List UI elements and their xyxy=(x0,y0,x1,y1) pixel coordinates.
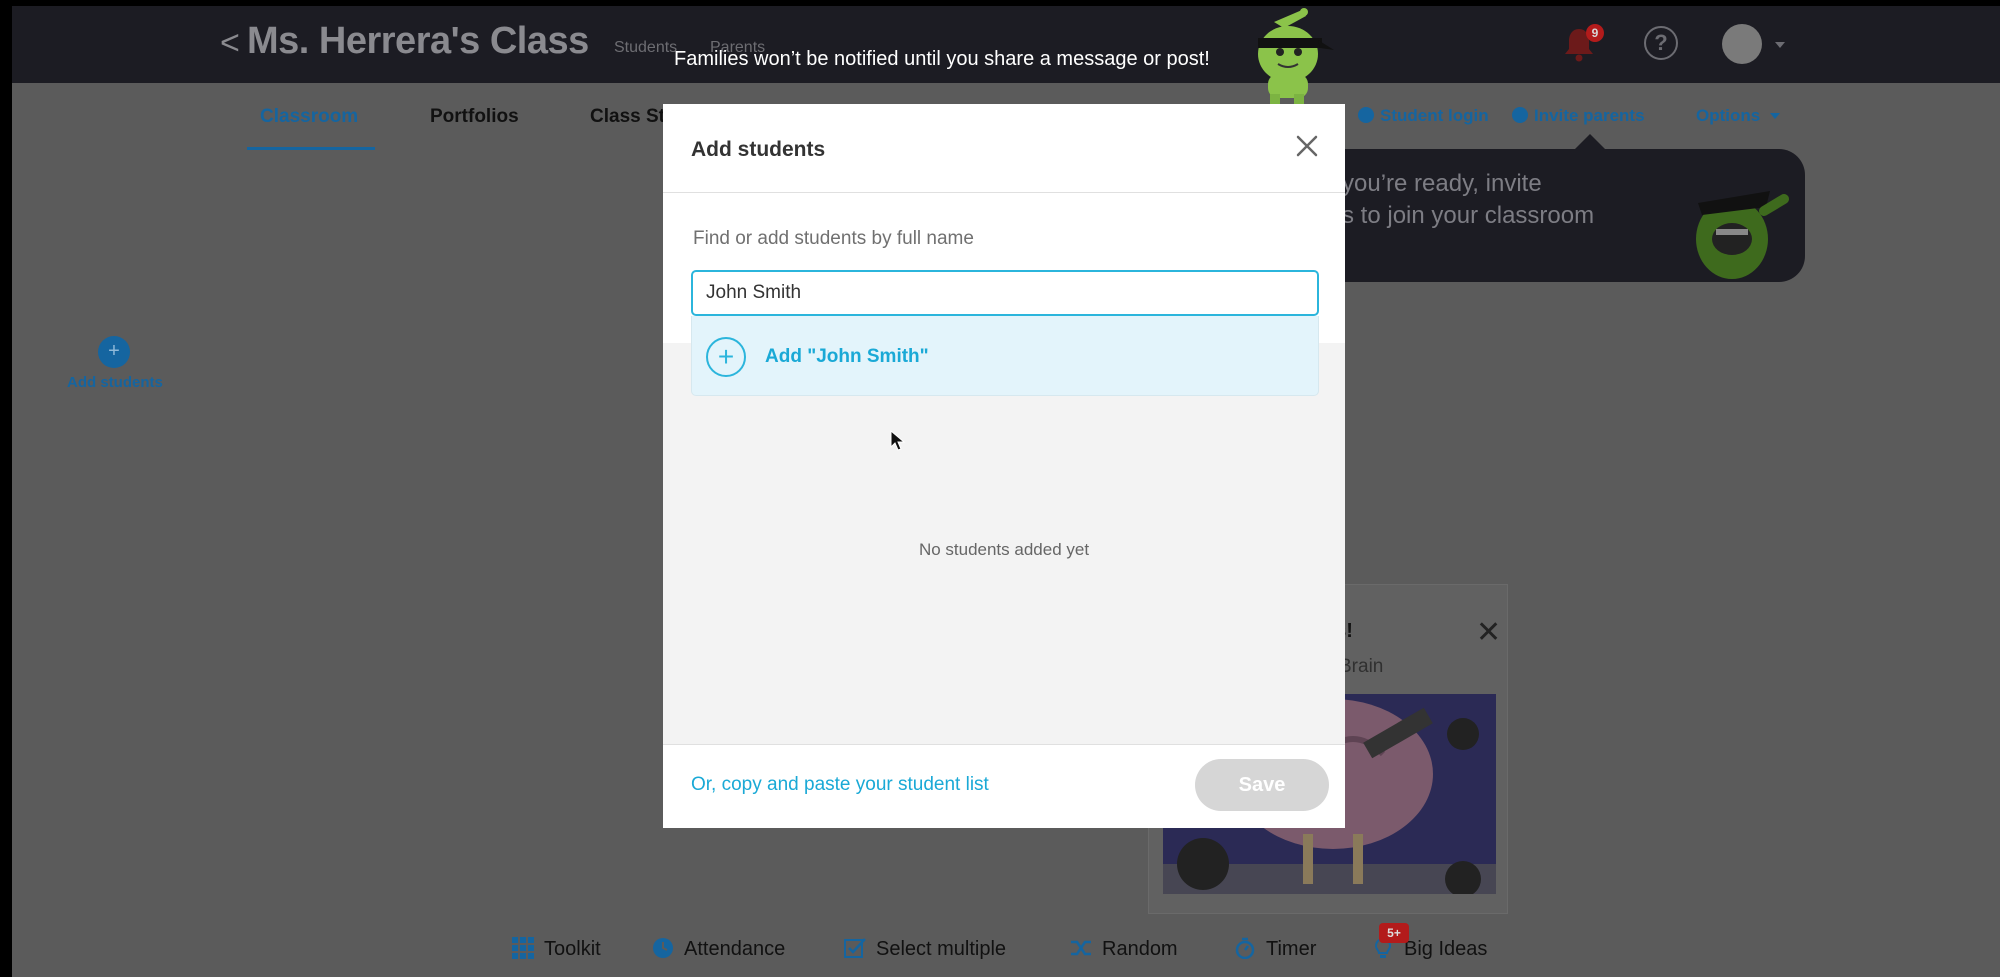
tab-students[interactable]: Students xyxy=(614,39,677,57)
student-name-input[interactable] xyxy=(691,270,1319,316)
checkbox-icon xyxy=(844,938,866,958)
attendance-label: Attendance xyxy=(684,938,786,960)
student-login-icon xyxy=(1358,107,1374,123)
monster-mascot-icon xyxy=(1696,191,1789,279)
student-login-label: Student login xyxy=(1380,106,1489,125)
timer-label: Timer xyxy=(1266,938,1317,960)
active-tab-underline xyxy=(247,147,375,150)
monster-mascot-icon xyxy=(1258,8,1334,106)
invite-parents-link[interactable]: Invite parents xyxy=(1512,106,1645,126)
add-student-suggestion-label: Add "John Smith" xyxy=(765,346,929,367)
top-header: < Ms. Herrera's Class Students Parents 9… xyxy=(12,6,2000,83)
paste-student-list-link[interactable]: Or, copy and paste your student list xyxy=(691,774,989,796)
notification-badge: 9 xyxy=(1586,24,1604,42)
banner-pointer xyxy=(1574,134,1606,150)
tab-portfolios[interactable]: Portfolios xyxy=(430,106,519,128)
attendance-button[interactable]: Attendance xyxy=(652,937,785,961)
find-students-label: Find or add students by full name xyxy=(693,228,974,249)
options-menu[interactable]: Options xyxy=(1696,106,1781,126)
close-icon[interactable] xyxy=(1292,131,1322,161)
big-ideas-card-subtitle: Brain xyxy=(1339,656,1384,677)
add-students-side-button[interactable]: + xyxy=(98,336,130,368)
add-students-side-label[interactable]: Add students xyxy=(67,374,163,391)
grid-icon xyxy=(512,937,534,959)
select-multiple-button[interactable]: Select multiple xyxy=(844,937,1006,961)
shuffle-icon xyxy=(1071,940,1091,956)
tab-classroom[interactable]: Classroom xyxy=(260,106,358,128)
random-label: Random xyxy=(1102,938,1178,960)
add-student-suggestion[interactable]: + Add "John Smith" xyxy=(691,316,1319,396)
plus-circle-icon: + xyxy=(706,337,746,377)
select-multiple-label: Select multiple xyxy=(876,938,1007,960)
close-icon[interactable]: ✕ xyxy=(1476,618,1501,648)
avatar[interactable] xyxy=(1722,24,1762,64)
chevron-down-icon[interactable] xyxy=(1775,42,1785,48)
modal-footer: Or, copy and paste your student list Sav… xyxy=(663,744,1345,828)
big-ideas-badge: 5+ xyxy=(1379,923,1409,943)
big-ideas-label: Big Ideas xyxy=(1404,938,1488,960)
modal-header: Add students xyxy=(663,104,1345,193)
add-students-modal: Add students Find or add students by ful… xyxy=(663,104,1345,828)
mouse-cursor-icon xyxy=(890,430,906,451)
invite-parents-label: Invite parents xyxy=(1534,106,1645,125)
stopwatch-icon xyxy=(1235,937,1255,959)
modal-title: Add students xyxy=(691,138,826,161)
chevron-down-icon xyxy=(1770,113,1781,119)
help-icon[interactable]: ? xyxy=(1644,26,1678,60)
student-login-link[interactable]: Student login xyxy=(1358,106,1489,126)
app-window: < Ms. Herrera's Class Students Parents 9… xyxy=(12,6,2000,977)
save-button[interactable]: Save xyxy=(1195,759,1329,811)
options-label: Options xyxy=(1696,106,1761,125)
notification-toast: Families won’t be notified until you sha… xyxy=(674,48,1210,70)
clock-icon xyxy=(653,938,673,958)
random-button[interactable]: Random xyxy=(1070,937,1178,961)
back-chevron-icon[interactable]: < xyxy=(220,26,240,60)
plus-circle-icon xyxy=(1512,107,1528,123)
tab-class-story[interactable]: Class St xyxy=(590,106,665,128)
toolkit-button[interactable]: Toolkit xyxy=(512,937,601,961)
toolkit-label: Toolkit xyxy=(544,938,601,960)
class-title: Ms. Herrera's Class xyxy=(247,20,589,62)
invite-banner-text: n you’re ready, invite nts to join your … xyxy=(1322,170,1595,229)
timer-button[interactable]: Timer xyxy=(1234,937,1316,961)
empty-state-text: No students added yet xyxy=(918,540,1090,559)
